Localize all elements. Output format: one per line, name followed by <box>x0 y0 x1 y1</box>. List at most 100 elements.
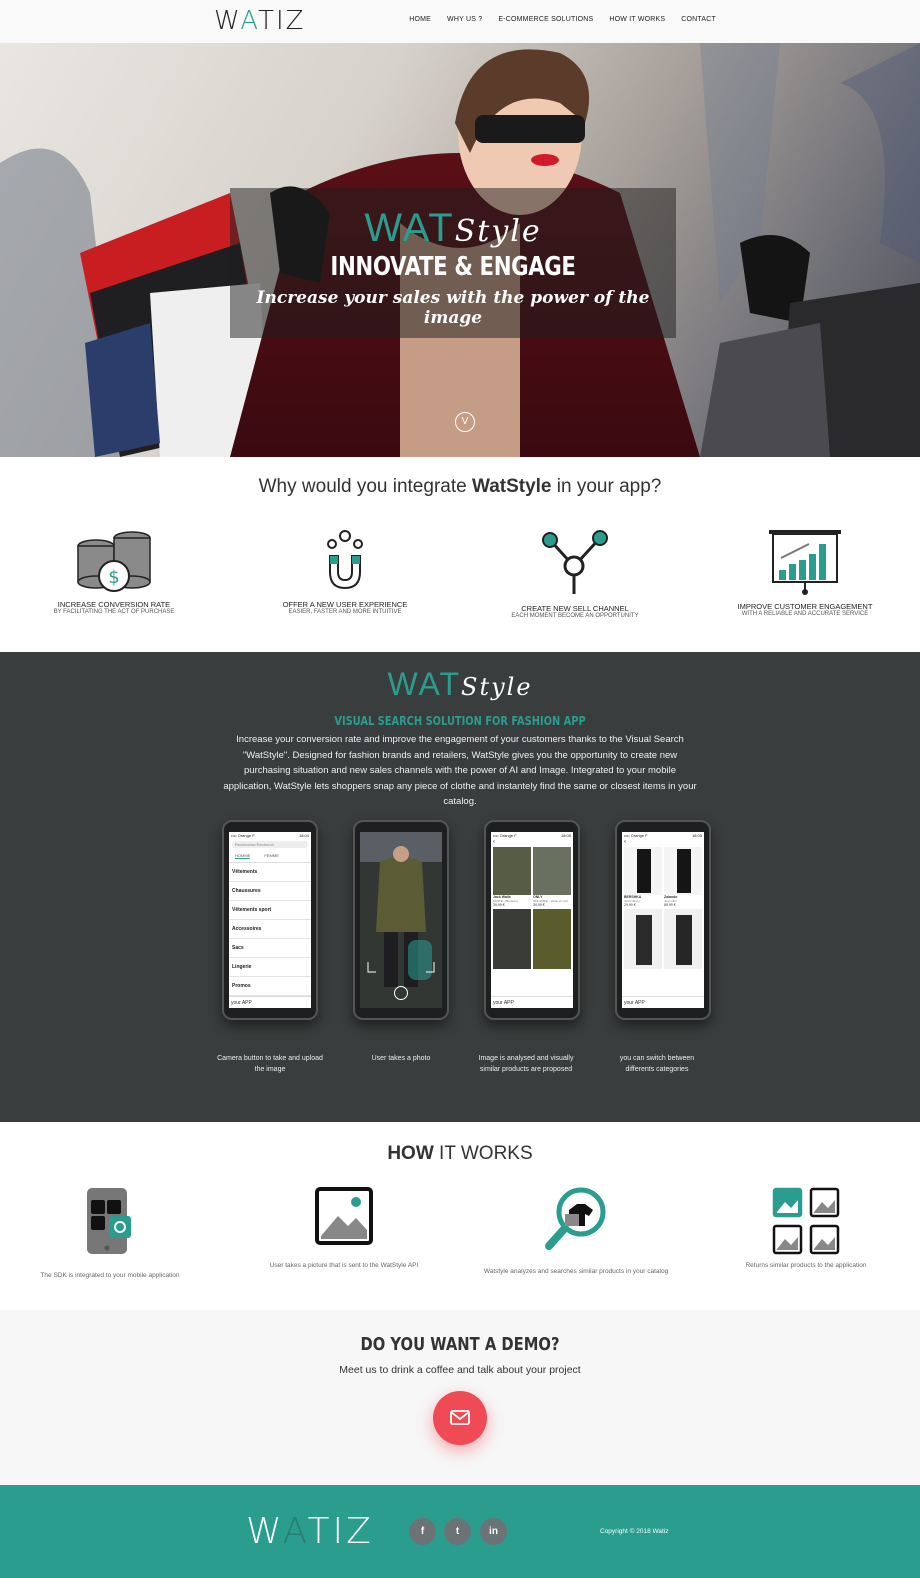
step-text: The SDK is integrated to your mobile app… <box>40 1272 180 1279</box>
picture-icon <box>315 1187 373 1245</box>
app-tab-men[interactable]: HOMME <box>235 853 251 859</box>
status-carrier: •••• Orange F <box>231 833 255 838</box>
magnifier-clothes-icon <box>545 1187 606 1250</box>
logo-letter-a: A <box>240 6 259 36</box>
app-tab-label: your APP <box>624 1000 645 1006</box>
solution-subtitle: VISUAL SEARCH SOLUTION FOR FASHION APP <box>334 714 586 728</box>
status-carrier: •••• Orange F <box>624 833 648 838</box>
phone-screen: •••• Orange F 18:04 Rechercher/Recherch H… <box>229 832 311 1008</box>
product-card[interactable]: Zalando Jean slim 89,99 € <box>664 847 702 907</box>
product-image[interactable] <box>624 909 662 969</box>
contact-demo-button[interactable] <box>433 1391 487 1445</box>
hero-text-box: WATStyle INNOVATE & ENGAGE Increase your… <box>230 188 676 338</box>
feature-subtitle: EACH MOMENT BECOME AN OPPORTUNITY <box>511 613 639 619</box>
app-menu-item[interactable]: Accessoires <box>229 920 311 939</box>
demo-section: DO YOU WANT A DEMO? Meet us to drink a c… <box>0 1310 920 1485</box>
phone-mockup-results: •••• Orange F 18:05 ‹ Jack Walls VESTE - B… <box>484 820 580 1020</box>
nav-link-ecommerce-solutions[interactable]: E-COMMERCE SOLUTIONS <box>498 16 593 23</box>
product-image[interactable] <box>533 909 571 969</box>
feature-subtitle: WITH A RELIABLE AND ACCURATE SERVICE <box>741 611 869 617</box>
app-tab-label: your APP <box>231 1000 252 1006</box>
nav-link-contact[interactable]: CONTACT <box>681 16 716 23</box>
hero-brand-style: Style <box>454 214 542 249</box>
app-menu-item[interactable]: Lingerie <box>229 958 311 977</box>
product-image[interactable] <box>493 909 531 969</box>
footer-logo[interactable]: WATIZ <box>246 1511 374 1552</box>
hero-title: INNOVATE & ENGAGE <box>330 252 576 282</box>
app-tab-women[interactable]: FEMME <box>264 853 278 859</box>
app-menu-item[interactable]: Chaussures <box>229 882 311 901</box>
solution-brand-wat: WAT <box>387 666 461 702</box>
picture-grid-icon <box>772 1187 840 1255</box>
status-time: 18:05 <box>560 833 571 838</box>
top-navbar: WATIZ HOME WHY US ? E-COMMERCE SOLUTIONS… <box>0 0 920 43</box>
feature-engagement: IMPROVE CUSTOMER ENGAGEMENT WITH A RELIA… <box>705 528 905 617</box>
app-tab-bar: your APP <box>229 996 311 1008</box>
footer-logo-tiz: TIZ <box>307 1511 374 1552</box>
feature-subtitle: BY FACILITATING THE ACT OF PURCHASE <box>53 609 175 615</box>
step-text: Returns similar products to the applicat… <box>745 1262 867 1269</box>
feature-title: INCREASE CONVERSION RATE <box>57 600 171 609</box>
hero-banner: WATStyle INNOVATE & ENGAGE Increase your… <box>0 43 920 457</box>
scroll-down-icon[interactable]: V <box>455 412 475 432</box>
site-logo[interactable]: WATIZ <box>214 6 305 36</box>
demo-subtitle: Meet us to drink a coffee and talk about… <box>339 1364 581 1376</box>
phone-screen: •••• Orange F 18:05 ‹ BERSHKA Jean skinny 2… <box>622 832 704 1008</box>
feature-title: IMPROVE CUSTOMER ENGAGEMENT <box>737 602 873 611</box>
phone-caption: Image is analysed and visually similar p… <box>478 1055 574 1073</box>
step-text: User takes a picture that is sent to the… <box>269 1262 419 1269</box>
solution-brand-logo: WATStyle <box>0 666 920 703</box>
phone-screen: •••• Orange F 18:05 ‹ Jack Walls VESTE - B… <box>491 832 573 1008</box>
product-image[interactable] <box>664 909 702 969</box>
product-card[interactable]: ONLY ONLJODIE - Veste en cuir 39,99 € <box>533 847 571 907</box>
product-price: 89,99 € <box>664 903 676 907</box>
nav-link-how-it-works[interactable]: HOW IT WORKS <box>609 16 665 23</box>
site-footer: WATIZ f t in Copyright © 2018 Watiz <box>0 1485 920 1578</box>
envelope-icon <box>450 1410 470 1425</box>
product-card[interactable]: BERSHKA Jean skinny 29,99 € <box>624 847 662 907</box>
feature-title: OFFER A NEW USER EXPERIENCE <box>282 600 408 609</box>
footer-logo-w: W <box>246 1511 283 1552</box>
nav-links: HOME WHY US ? E-COMMERCE SOLUTIONS HOW I… <box>409 16 716 23</box>
feature-subtitle: EASIER, FASTER AND MORE INTUITIVE <box>288 609 402 615</box>
app-menu-item[interactable]: Vêtements sport <box>229 901 311 920</box>
how-title-bold: HOW <box>387 1143 434 1164</box>
product-price: 39,99 € <box>493 903 505 907</box>
magnet-icon <box>327 530 363 590</box>
product-price: 39,99 € <box>533 903 545 907</box>
step-sdk: The SDK is integrated to your mobile app… <box>0 1186 220 1279</box>
why-section-title: Why would you integrate WatStyle in your… <box>0 476 920 498</box>
twitter-icon[interactable]: t <box>444 1518 471 1545</box>
nav-link-why-us[interactable]: WHY US ? <box>447 16 482 23</box>
nav-link-home[interactable]: HOME <box>409 16 431 23</box>
feature-user-experience: OFFER A NEW USER EXPERIENCE EASIER, FAST… <box>245 528 445 615</box>
how-title-rest: IT WORKS <box>433 1143 533 1164</box>
footer-logo-a: A <box>282 1511 308 1552</box>
phone-mockup-categories-switch: •••• Orange F 18:05 ‹ BERSHKA Jean skinny 2… <box>615 820 711 1020</box>
app-menu-item[interactable]: Promos <box>229 977 311 996</box>
hero-brand-logo: WATStyle <box>230 206 676 251</box>
product-card[interactable]: Jack Walls VESTE - Blousons 39,99 € <box>493 847 531 907</box>
app-menu-item[interactable]: Vêtements <box>229 863 311 882</box>
step-text: Watstyle analyzes and searches similar p… <box>483 1268 669 1275</box>
step-analyze: Watstyle analyzes and searches similar p… <box>466 1186 686 1275</box>
phone-mockup-categories: •••• Orange F 18:04 Rechercher/Recherch H… <box>222 820 318 1020</box>
copyright-text: Copyright © 2018 Watiz <box>600 1528 669 1535</box>
status-time: 18:05 <box>691 833 702 838</box>
shutter-button[interactable] <box>394 986 408 1000</box>
facebook-icon[interactable]: f <box>409 1518 436 1545</box>
phone-sdk-icon <box>87 1188 131 1254</box>
linkedin-icon[interactable]: in <box>480 1518 507 1545</box>
demo-title: DO YOU WANT A DEMO? <box>360 1334 560 1355</box>
feature-title: CREATE NEW SELL CHANNEL <box>521 604 629 613</box>
why-title-pre: Why would you integrate <box>258 476 472 497</box>
app-menu-item[interactable]: Sacs <box>229 939 311 958</box>
app-tab-label: your APP <box>493 1000 514 1006</box>
app-tab-bar: your APP <box>491 996 573 1008</box>
logo-letters-tiz: TIZ <box>258 6 306 36</box>
app-search-field[interactable]: Rechercher/Recherch <box>232 841 308 848</box>
phone-screen-camera <box>360 832 442 1008</box>
network-icon <box>542 530 608 594</box>
feature-conversion: $ INCREASE CONVERSION RATE BY FACILITATI… <box>14 528 214 615</box>
phone-caption: you can switch between differents catego… <box>619 1055 695 1073</box>
